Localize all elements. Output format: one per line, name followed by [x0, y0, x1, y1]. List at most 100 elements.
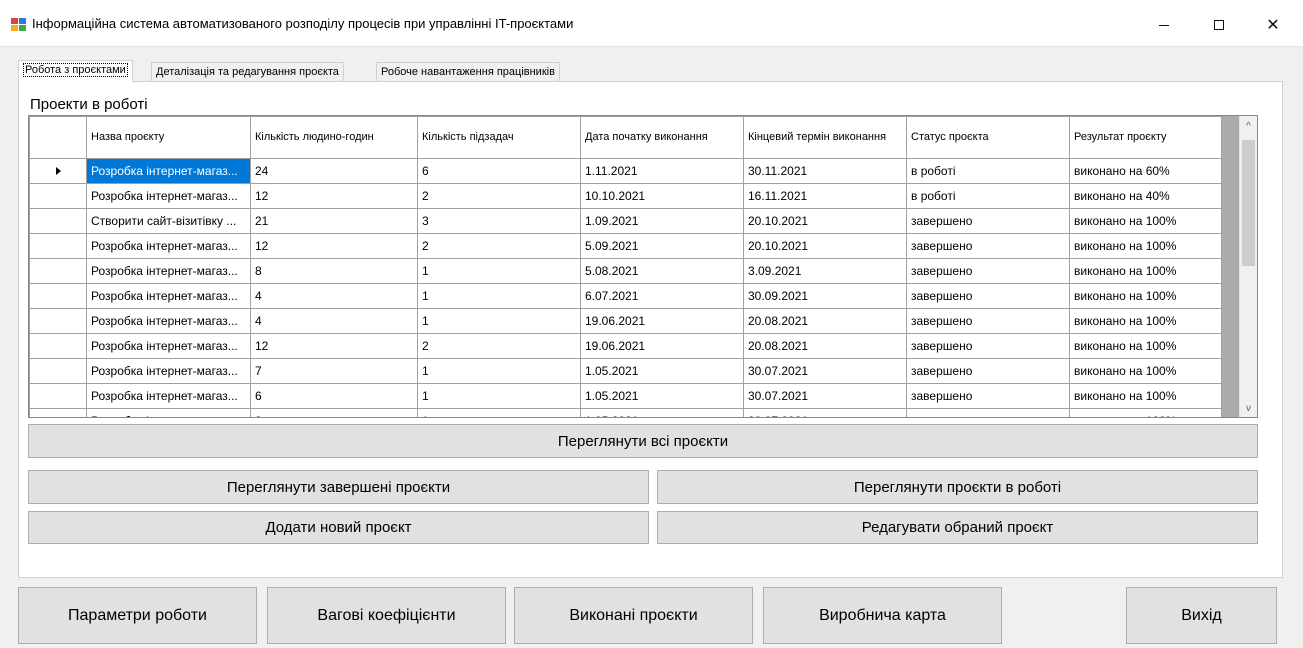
table-row[interactable]: Розробка інтернет-магаз... 4 1 6.07.2021 30.… — [29, 283, 1222, 309]
table-cell[interactable]: Розробка інтернет-магаз... — [86, 233, 251, 259]
table-cell[interactable]: 30.07.2021 — [743, 383, 907, 409]
table-row[interactable]: Розробка інтернет-магаз... 8 1 5.08.2021 3.0… — [29, 258, 1222, 284]
table-cell[interactable]: 20.08.2021 — [743, 333, 907, 359]
exit-button[interactable]: Вихід — [1126, 587, 1277, 644]
row-header[interactable] — [29, 408, 87, 417]
tab-details[interactable]: Деталізація та редагування проєкта — [151, 62, 344, 81]
table-cell[interactable]: 19.06.2021 — [580, 308, 744, 334]
table-cell[interactable]: виконано на 100% — [1069, 333, 1222, 359]
table-cell[interactable]: 1.11.2021 — [580, 158, 744, 184]
table-cell[interactable]: завершено — [906, 358, 1070, 384]
tab-workload[interactable]: Робоче навантаження працівників — [376, 62, 560, 81]
column-header[interactable]: Статус проєкта — [906, 116, 1070, 159]
table-cell[interactable]: виконано на 100% — [1069, 283, 1222, 309]
table-cell[interactable]: Розробка інтернет-магаз... — [86, 383, 251, 409]
tab-projects[interactable]: Робота з проєктами — [18, 60, 133, 82]
table-cell[interactable]: Розробка інтернет-магаз... — [86, 408, 251, 417]
vertical-scrollbar[interactable]: ^ v — [1239, 116, 1257, 417]
column-header[interactable]: Дата початку виконання — [580, 116, 744, 159]
table-cell[interactable]: 30.09.2021 — [743, 283, 907, 309]
table-cell[interactable]: 30.11.2021 — [743, 158, 907, 184]
row-header[interactable] — [29, 208, 87, 234]
view-completed-projects-button[interactable]: Переглянути завершені проєкти — [28, 470, 649, 504]
column-header[interactable]: Результат проєкту — [1069, 116, 1222, 159]
column-header[interactable]: Кількість людино-годин — [250, 116, 418, 159]
table-cell[interactable]: завершено — [906, 383, 1070, 409]
column-header[interactable]: Назва проєкту — [86, 116, 251, 159]
row-header[interactable] — [29, 333, 87, 359]
weight-coefficients-button[interactable]: Вагові коефіцієнти — [267, 587, 506, 644]
table-cell[interactable]: 6 — [250, 383, 418, 409]
table-cell[interactable]: в роботі — [906, 158, 1070, 184]
table-cell[interactable]: 1.05.2021 — [580, 383, 744, 409]
table-cell[interactable]: завершено — [906, 208, 1070, 234]
view-all-projects-button[interactable]: Переглянути всі проєкти — [28, 424, 1258, 458]
table-cell[interactable]: виконано на 100% — [1069, 208, 1222, 234]
table-cell[interactable]: 1 — [417, 383, 581, 409]
table-cell[interactable]: 8 — [250, 408, 418, 417]
table-cell[interactable]: 1.05.2021 — [580, 408, 744, 417]
table-cell[interactable]: 2 — [417, 333, 581, 359]
table-cell[interactable]: Розробка інтернет-магаз... — [86, 183, 251, 209]
scroll-down-arrow-icon[interactable]: v — [1240, 400, 1257, 417]
row-header[interactable] — [29, 258, 87, 284]
table-cell[interactable]: 12 — [250, 233, 418, 259]
maximize-button[interactable] — [1196, 10, 1242, 40]
table-cell[interactable]: 1 — [417, 258, 581, 284]
column-header[interactable]: Кількість підзадач — [417, 116, 581, 159]
table-cell[interactable]: 30.07.2021 — [743, 408, 907, 417]
scroll-up-arrow-icon[interactable]: ^ — [1240, 118, 1257, 135]
table-cell[interactable]: 7 — [250, 358, 418, 384]
table-cell[interactable]: 1 — [417, 408, 581, 417]
table-row[interactable]: Розробка інтернет-магаз... 4 1 19.06.2021 20… — [29, 308, 1222, 334]
table-cell[interactable]: завершено — [906, 308, 1070, 334]
table-cell[interactable]: в роботі — [906, 183, 1070, 209]
table-cell[interactable]: завершено — [906, 333, 1070, 359]
row-header[interactable] — [29, 283, 87, 309]
table-row[interactable]: Розробка інтернет-магаз... 12 2 5.09.2021 20… — [29, 233, 1222, 259]
edit-selected-project-button[interactable]: Редагувати обраний проєкт — [657, 511, 1258, 544]
table-cell[interactable]: 24 — [250, 158, 418, 184]
table-cell[interactable]: завершено — [906, 233, 1070, 259]
table-cell[interactable]: виконано на 60% — [1069, 158, 1222, 184]
table-cell[interactable]: 1 — [417, 308, 581, 334]
table-cell[interactable]: 5.08.2021 — [580, 258, 744, 284]
row-header[interactable] — [29, 358, 87, 384]
table-cell[interactable]: 21 — [250, 208, 418, 234]
table-cell[interactable]: 30.07.2021 — [743, 358, 907, 384]
row-header[interactable] — [29, 183, 87, 209]
row-header[interactable] — [29, 383, 87, 409]
table-cell[interactable]: виконано на 100% — [1069, 408, 1222, 417]
table-cell[interactable]: 2 — [417, 183, 581, 209]
table-cell[interactable]: 12 — [250, 333, 418, 359]
table-cell[interactable]: 8 — [250, 258, 418, 284]
table-cell[interactable]: завершено — [906, 408, 1070, 417]
work-parameters-button[interactable]: Параметри роботи — [18, 587, 257, 644]
table-row[interactable]: Розробка інтернет-магаз... 24 6 1.11.2021 30… — [29, 158, 1222, 184]
column-header[interactable]: Кінцевий термін виконання — [743, 116, 907, 159]
table-cell[interactable]: 3 — [417, 208, 581, 234]
table-cell[interactable]: 5.09.2021 — [580, 233, 744, 259]
table-cell[interactable]: виконано на 100% — [1069, 308, 1222, 334]
table-cell[interactable]: 4 — [250, 283, 418, 309]
table-cell[interactable]: 1 — [417, 283, 581, 309]
table-cell[interactable]: виконано на 100% — [1069, 383, 1222, 409]
table-row[interactable]: Розробка інтернет-магаз... 7 1 1.05.2021 30.… — [29, 358, 1222, 384]
table-cell[interactable]: 10.10.2021 — [580, 183, 744, 209]
table-cell[interactable]: 6.07.2021 — [580, 283, 744, 309]
table-cell[interactable]: виконано на 100% — [1069, 233, 1222, 259]
row-header[interactable] — [29, 233, 87, 259]
table-cell[interactable]: 1.09.2021 — [580, 208, 744, 234]
table-row[interactable]: Розробка інтернет-магаз... 6 1 1.05.2021 30.… — [29, 383, 1222, 409]
table-row[interactable]: Розробка інтернет-магаз...811.05.202130.… — [29, 408, 1222, 417]
table-row[interactable]: Розробка інтернет-магаз... 12 2 19.06.2021 2… — [29, 333, 1222, 359]
table-cell[interactable]: Розробка інтернет-магаз... — [86, 358, 251, 384]
table-cell[interactable]: Розробка інтернет-магаз... — [86, 308, 251, 334]
table-cell[interactable]: Розробка інтернет-магаз... — [86, 333, 251, 359]
row-header[interactable] — [29, 308, 87, 334]
table-cell[interactable]: виконано на 100% — [1069, 358, 1222, 384]
scroll-thumb[interactable] — [1242, 140, 1255, 266]
table-cell[interactable]: 6 — [417, 158, 581, 184]
table-cell[interactable]: 19.06.2021 — [580, 333, 744, 359]
table-cell[interactable]: 1.05.2021 — [580, 358, 744, 384]
